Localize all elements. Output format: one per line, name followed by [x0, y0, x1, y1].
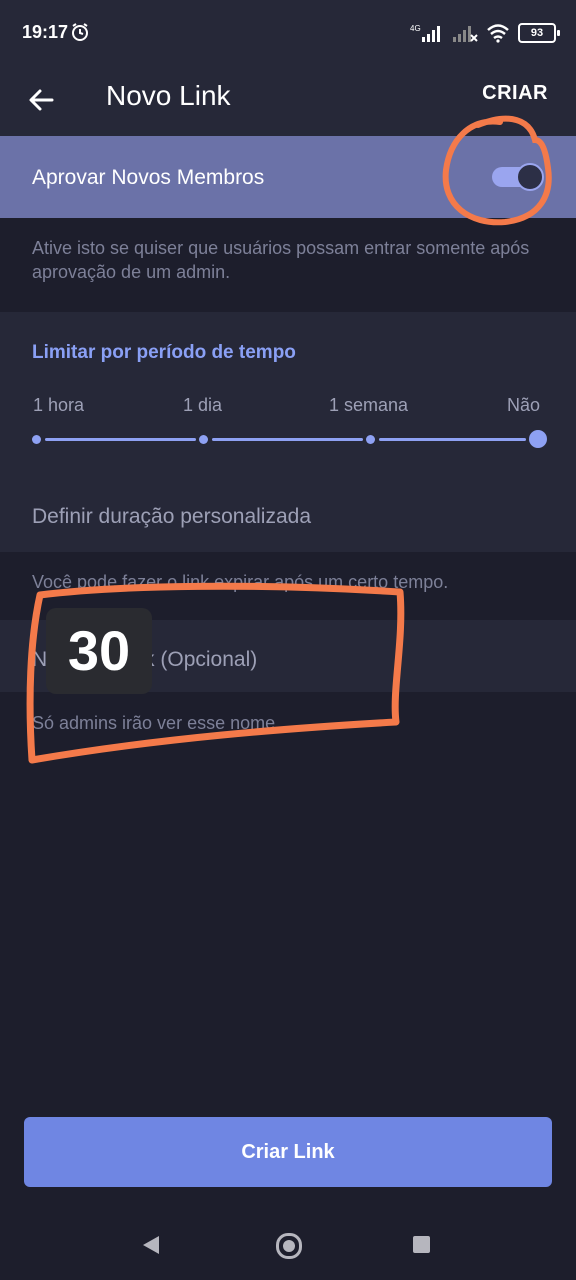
page-title: Novo Link: [106, 80, 231, 111]
signal-off-icon: [453, 26, 478, 42]
toggle-knob: [516, 163, 544, 191]
slider-option-1w[interactable]: 1 semana: [329, 395, 408, 416]
custom-duration-option[interactable]: Definir duração personalizada: [32, 505, 311, 529]
slider-stop-1h[interactable]: [32, 435, 41, 444]
slider-option-none[interactable]: Não: [507, 395, 540, 416]
slider-track-segment[interactable]: [379, 438, 526, 441]
nav-home-icon[interactable]: [276, 1233, 302, 1259]
time-limit-title: Limitar por período de tempo: [32, 342, 296, 363]
battery-icon: 93: [518, 23, 560, 43]
nav-back-icon[interactable]: [143, 1236, 159, 1254]
slider-option-1h[interactable]: 1 hora: [33, 395, 84, 416]
arrow-left-icon[interactable]: [24, 82, 60, 118]
approve-members-toggle[interactable]: [492, 163, 544, 191]
slider-stop-1d[interactable]: [199, 435, 208, 444]
slider-stop-1w[interactable]: [366, 435, 375, 444]
status-time: 19:17: [22, 22, 69, 42]
time-limit-hint: Você pode fazer o link expirar após um c…: [32, 572, 449, 592]
create-action-button[interactable]: CRIAR: [482, 82, 548, 105]
slider-thumb[interactable]: [529, 430, 547, 448]
nav-recents-icon[interactable]: [413, 1236, 430, 1253]
slider-track-segment[interactable]: [212, 438, 363, 441]
status-bar: 19:17 4G 93: [0, 0, 576, 68]
badge-number: 30: [67, 619, 131, 682]
alarm-icon: [72, 23, 88, 41]
wifi-icon: [487, 24, 509, 43]
signal-icon: 4G: [410, 24, 440, 42]
approve-members-label: Aprovar Novos Membros: [32, 166, 265, 189]
svg-text:4G: 4G: [410, 24, 421, 33]
slider-track-segment[interactable]: [45, 438, 196, 441]
slider-option-1d[interactable]: 1 dia: [183, 395, 222, 416]
battery-level: 93: [530, 27, 544, 39]
status-icons: 4G 93: [410, 22, 560, 44]
create-link-button[interactable]: Criar Link: [24, 1117, 552, 1187]
approve-hint: Ative isto se quiser que usuários possam…: [32, 238, 530, 282]
approve-members-row[interactable]: Aprovar Novos Membros: [0, 136, 576, 218]
link-name-hint: Só admins irão ver esse nome.: [32, 713, 281, 733]
app-bar: Novo Link CRIAR: [0, 68, 576, 136]
